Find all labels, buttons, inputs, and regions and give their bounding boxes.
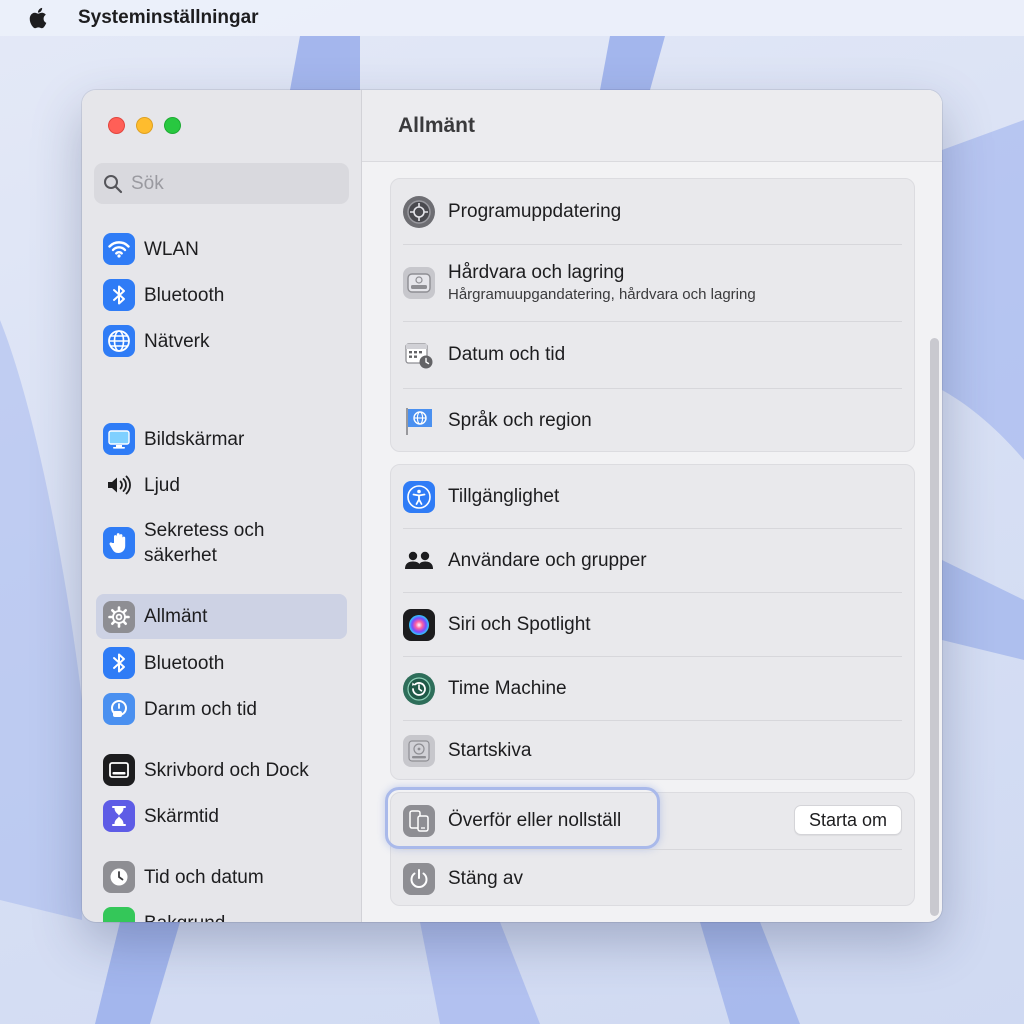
time-machine-icon xyxy=(403,672,435,705)
sidebar-item-label: Ljud xyxy=(144,474,180,496)
row-title: Språk och region xyxy=(448,410,592,431)
row-title: Programuppdatering xyxy=(448,200,622,222)
sidebar-item-general[interactable]: Allmänt xyxy=(96,594,347,639)
close-button[interactable] xyxy=(108,117,125,134)
sidebar-item-label: Tid och datum xyxy=(144,866,264,888)
sidebar-item-network[interactable]: Nätverk xyxy=(96,322,347,360)
zoom-button[interactable] xyxy=(164,117,181,134)
sidebar-item-screen-time[interactable]: Skärmtid xyxy=(96,797,347,835)
sidebar-item-label: Nätverk xyxy=(144,330,210,352)
wifi-icon xyxy=(103,233,135,265)
accessibility-icon xyxy=(403,480,435,513)
row-date-time[interactable]: Datum och tid xyxy=(391,322,914,388)
software-update-icon xyxy=(403,195,435,228)
bluetooth-icon xyxy=(103,279,135,311)
row-startup-disk[interactable]: Startskiva xyxy=(391,721,914,781)
row-hardware-storage[interactable]: Hårdvara och lagring Hårgramuupgandateri… xyxy=(391,245,914,321)
row-time-machine[interactable]: Time Machine xyxy=(391,657,914,720)
row-title: Startskiva xyxy=(448,740,532,761)
settings-window: WLAN Bluetooth Nätverk xyxy=(82,90,942,922)
row-title: Överför eller nollställ xyxy=(448,810,622,831)
search-field[interactable] xyxy=(94,163,349,204)
settings-group-2: Tillgänglighet Användare och grupper Sir… xyxy=(390,464,915,780)
calendar-clock-icon xyxy=(403,339,435,371)
wallpaper-icon xyxy=(103,907,135,922)
row-accessibility[interactable]: Tillgänglighet xyxy=(391,465,914,528)
sidebar-item-bluetooth[interactable]: Bluetooth xyxy=(96,276,347,314)
window-controls xyxy=(108,117,181,134)
hand-icon xyxy=(103,527,135,559)
sidebar-item-bluetooth-2[interactable]: Bluetooth xyxy=(96,644,347,682)
sidebar-item-label: Bakgrund xyxy=(144,911,225,923)
main-panel: Allmänt Programuppdatering Hårdvara och … xyxy=(362,90,942,922)
scrollbar[interactable] xyxy=(930,338,939,916)
sidebar-item-label: Allmänt xyxy=(144,606,208,627)
search-icon xyxy=(104,174,123,193)
sidebar-item-displays[interactable]: Bildskärmar xyxy=(96,420,347,458)
bluetooth-icon xyxy=(103,647,135,679)
settings-group-1: Programuppdatering Hårdvara och lagring … xyxy=(390,178,915,452)
sidebar-item-label: Skärmtid xyxy=(144,805,219,827)
sidebar: WLAN Bluetooth Nätverk xyxy=(82,90,362,922)
sidebar-item-wallpaper[interactable]: Bakgrund xyxy=(96,904,347,922)
siri-icon xyxy=(403,608,435,641)
sidebar-item-label: WLAN xyxy=(144,238,199,260)
storage-icon xyxy=(403,267,435,299)
sidebar-item-wlan[interactable]: WLAN xyxy=(96,230,347,268)
page-title: Allmänt xyxy=(398,113,476,137)
sidebar-item-privacy-security[interactable]: Sekretess och säkerhet xyxy=(96,514,347,572)
row-software-update[interactable]: Programuppdatering xyxy=(391,179,914,244)
sidebar-item-date-time[interactable]: Darım och tid xyxy=(96,690,347,728)
row-title: Tillgänglighet xyxy=(448,485,560,507)
sidebar-item-desktop-dock[interactable]: Skrivbord och Dock xyxy=(96,751,347,789)
dock-icon xyxy=(103,754,135,786)
row-title: Time Machine xyxy=(448,677,567,699)
row-language-region[interactable]: Språk och region xyxy=(391,389,914,453)
gear-icon xyxy=(103,600,135,633)
row-siri-spotlight[interactable]: Siri och Spotlight xyxy=(391,593,914,656)
sidebar-item-label: Bluetooth xyxy=(144,652,225,674)
row-shut-down[interactable]: Stäng av xyxy=(391,850,914,907)
apple-icon[interactable] xyxy=(28,6,50,30)
row-title: Stäng av xyxy=(448,867,523,889)
sidebar-item-label: Sekretess och säkerhet xyxy=(144,520,265,566)
row-title: Siri och Spotlight xyxy=(448,613,591,635)
search-input[interactable] xyxy=(131,172,321,195)
settings-group-3: Överför eller nollställ Starta om Stäng … xyxy=(385,787,915,907)
hourglass-icon xyxy=(103,800,135,832)
row-subtitle: Hårgramuupgandatering, hårdvara och lagr… xyxy=(448,286,756,303)
flag-globe-icon xyxy=(403,405,435,437)
sidebar-item-label: Skrivbord och Dock xyxy=(144,759,309,781)
sidebar-item-label: Darım och tid xyxy=(144,698,257,720)
disk-icon xyxy=(403,735,435,767)
row-title: Datum och tid xyxy=(448,344,566,365)
minimize-button[interactable] xyxy=(136,117,153,134)
users-icon xyxy=(403,545,435,577)
row-users-groups[interactable]: Användare och grupper xyxy=(391,529,914,592)
menu-bar: Systeminställningar xyxy=(0,0,1024,36)
sidebar-item-sound[interactable]: Ljud xyxy=(96,466,347,504)
globe-icon xyxy=(103,325,135,357)
restart-button[interactable]: Starta om xyxy=(794,805,902,835)
sidebar-item-label: Bluetooth xyxy=(144,284,225,306)
datetime-icon xyxy=(103,693,135,725)
transfer-reset-icon xyxy=(403,805,435,837)
display-icon xyxy=(103,423,135,455)
row-title: Hårdvara och lagring xyxy=(448,262,625,283)
main-header: Allmänt xyxy=(362,90,942,162)
menu-app-title[interactable]: Systeminställningar xyxy=(78,7,259,29)
power-icon xyxy=(403,862,435,895)
clock-icon xyxy=(103,861,135,893)
speaker-icon xyxy=(103,469,135,501)
row-title: Användare och grupper xyxy=(448,549,647,571)
sidebar-item-time-date[interactable]: Tid och datum xyxy=(96,858,347,896)
sidebar-item-label: Bildskärmar xyxy=(144,428,245,450)
